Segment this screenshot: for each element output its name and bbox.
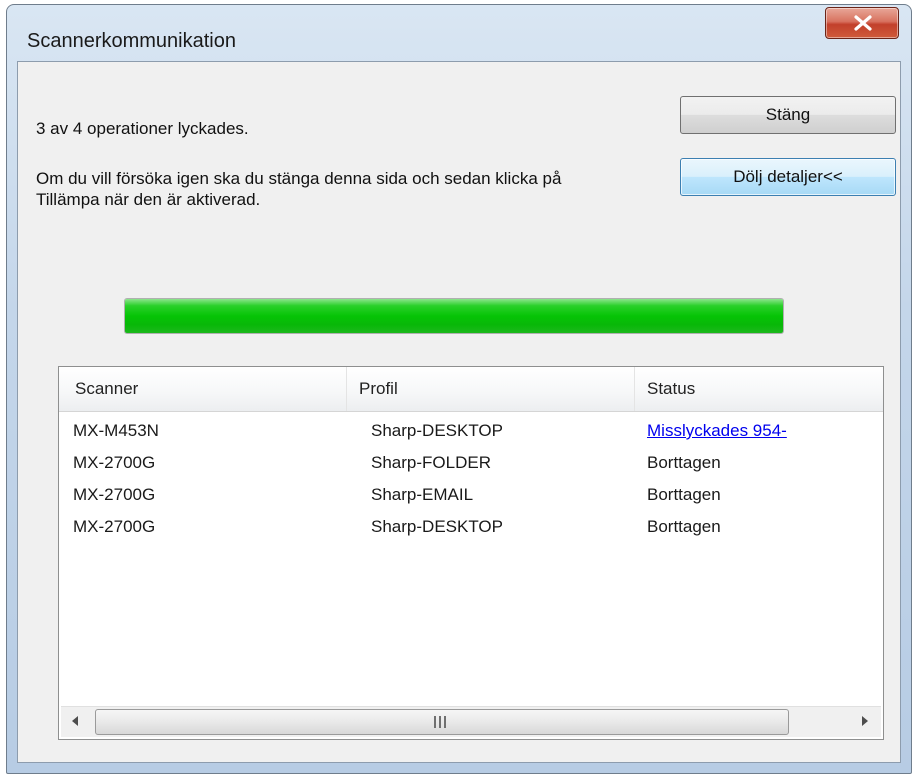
dialog-content: 3 av 4 operationer lyckades. Om du vill … [17,61,901,763]
scroll-right-arrow-icon [862,716,868,726]
close-button[interactable]: Stäng [680,96,896,134]
scanner-cell: MX-2700G [73,517,156,536]
profile-prefix: Sharp [371,485,417,504]
profile-cell: Sharp-EMAIL [371,479,473,511]
instruction-text: Om du vill försöka igen ska du stänga de… [36,169,562,209]
profile-prefix: Sharp [371,421,417,440]
profile-name: -DESKTOP [416,421,503,440]
summary-text: 3 av 4 operationer lyckades. [36,119,249,138]
profile-name: -FOLDER [416,453,491,472]
table-header: Scanner Profil Status [59,367,883,412]
scroll-grip-icon [434,716,448,728]
horizontal-scrollbar[interactable] [61,706,881,737]
scroll-left-button[interactable] [61,707,91,737]
profile-prefix: Sharp [371,517,417,536]
scanner-cell: MX-2700G [73,485,156,504]
scanner-cell: MX-M453N [73,421,159,440]
title-bar[interactable]: Scannerkommunikation [7,5,911,61]
profile-cell: Sharp-DESKTOP [371,511,503,543]
profile-name: -EMAIL [416,485,474,504]
profile-cell: Sharp-DESKTOP [371,415,503,447]
results-table[interactable]: Scanner Profil Status MX-M453N Sharp-DES… [58,366,884,740]
profile-name: -DESKTOP [416,517,503,536]
status-link[interactable]: Misslyckades 954- [647,415,787,447]
window-title: Scannerkommunikation [27,30,236,52]
column-header-scanner[interactable]: Scanner [59,367,347,411]
status-cell: Borttagen [647,453,721,472]
table-row[interactable]: MX-2700G Sharp-FOLDER Borttagen [59,447,883,479]
close-x-icon [854,15,872,31]
status-cell: Borttagen [647,517,721,536]
scroll-left-arrow-icon [72,716,78,726]
scroll-right-button[interactable] [851,707,881,737]
table-row[interactable]: MX-M453N Sharp-DESKTOP Misslyckades 954- [59,415,883,447]
status-cell: Borttagen [647,485,721,504]
table-row[interactable]: MX-2700G Sharp-EMAIL Borttagen [59,479,883,511]
column-header-profile[interactable]: Profil [347,367,635,411]
profile-cell: Sharp-FOLDER [371,447,491,479]
scanner-cell: MX-2700G [73,453,156,472]
progress-bar [124,298,784,334]
scroll-thumb[interactable] [95,709,789,735]
window-close-button[interactable] [825,7,899,39]
progress-fill [125,299,783,333]
column-header-status[interactable]: Status [635,367,885,411]
table-row[interactable]: MX-2700G Sharp-DESKTOP Borttagen [59,511,883,543]
hide-details-button[interactable]: Dölj detaljer<< [680,158,896,196]
dialog-window: Scannerkommunikation 3 av 4 operationer … [6,4,912,774]
profile-prefix: Sharp [371,453,417,472]
